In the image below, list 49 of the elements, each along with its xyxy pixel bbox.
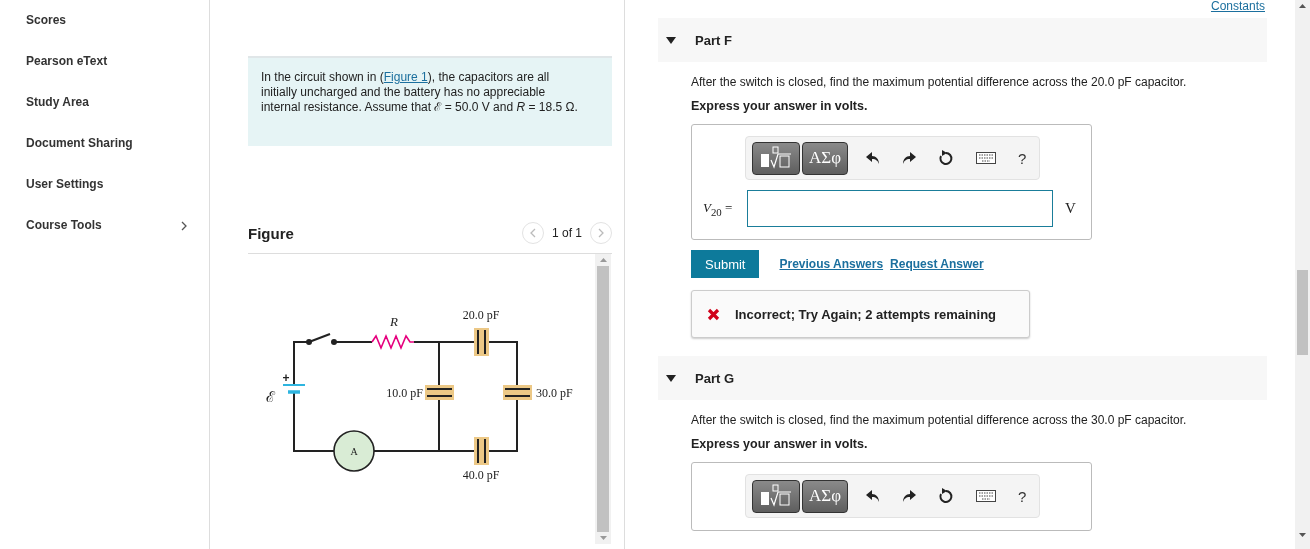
sidebar-item[interactable]: Course Tools bbox=[0, 218, 209, 259]
scroll-thumb[interactable] bbox=[1297, 270, 1308, 355]
page-scrollbar[interactable] bbox=[1295, 0, 1310, 549]
instruction-text: Express your answer in volts. bbox=[691, 437, 869, 451]
reset-icon[interactable] bbox=[938, 150, 954, 166]
chevron-left-icon bbox=[529, 228, 536, 238]
redo-icon[interactable] bbox=[902, 489, 916, 503]
instruction-text: Express your answer in volts. bbox=[691, 99, 869, 113]
question-text: After the switch is closed, find the maximum potential difference across the 20.0 pF capacitor. bbox=[691, 75, 1188, 89]
answer-link[interactable]: Request Answer bbox=[890, 257, 984, 271]
sidebar-item[interactable]: User Settings bbox=[0, 177, 209, 218]
answer-label: V$_{20}$ = bbox=[703, 199, 734, 218]
template-button[interactable] bbox=[752, 479, 800, 513]
problem-text: In the circuit shown in (Figure 1), the capacitors are all initially uncharged and the battery has no appreciable internal resistance. Assume that ℰ = 50.0 V and R = 18.5 Ω. bbox=[248, 56, 612, 146]
template-button[interactable] bbox=[752, 141, 800, 175]
caret-icon[interactable] bbox=[666, 36, 676, 44]
help-button[interactable]: ? bbox=[1018, 487, 1027, 505]
unit-label: V bbox=[1065, 200, 1076, 217]
constants-link[interactable]: Constants bbox=[1210, 0, 1265, 13]
sidebar-item[interactable]: Document Sharing bbox=[0, 136, 209, 177]
greek-symbols-button[interactable]: ΑΣφ bbox=[802, 141, 848, 175]
part-header[interactable]: Part G bbox=[658, 356, 1267, 400]
sidebar-item[interactable]: Study Area bbox=[0, 95, 209, 136]
sidebar-item[interactable]: Pearson eText bbox=[0, 54, 209, 95]
submit-button[interactable]: Submit bbox=[691, 250, 760, 278]
figure-link[interactable]: Figure 1 bbox=[383, 70, 428, 84]
reset-icon[interactable] bbox=[938, 488, 954, 504]
scroll-down-icon[interactable] bbox=[1299, 533, 1306, 537]
caret-icon[interactable] bbox=[666, 374, 676, 382]
answer-link[interactable]: Previous Answers bbox=[779, 257, 884, 271]
scroll-up-icon[interactable] bbox=[1299, 4, 1306, 8]
greek-symbols-button[interactable]: ΑΣφ bbox=[802, 479, 848, 513]
undo-icon[interactable] bbox=[866, 489, 880, 503]
answer-field[interactable] bbox=[747, 190, 1053, 227]
feedback-text: Incorrect; Try Again; 2 attempts remaining bbox=[735, 306, 997, 322]
question-text: After the switch is closed, find the maximum potential difference across the 30.0 pF capacitor. bbox=[691, 413, 1188, 427]
circuit-diagram: ℰ + R 20.0 pF 10.0 pF 30.0 pF 40.0 pF A bbox=[248, 254, 593, 539]
keyboard-icon[interactable] bbox=[976, 490, 996, 502]
keyboard-icon[interactable] bbox=[976, 152, 996, 164]
figure-title: Figure bbox=[248, 224, 294, 242]
part-header[interactable]: Part F bbox=[658, 18, 1267, 62]
sidebar-item[interactable]: Scores bbox=[0, 13, 209, 54]
redo-icon[interactable] bbox=[902, 151, 916, 165]
undo-icon[interactable] bbox=[866, 151, 880, 165]
scroll-thumb[interactable] bbox=[597, 266, 609, 532]
help-button[interactable]: ? bbox=[1018, 149, 1027, 167]
chevron-right-icon bbox=[598, 228, 604, 238]
figure-scrollbar[interactable] bbox=[595, 254, 611, 544]
page-count: 1 of 1 bbox=[551, 226, 582, 240]
